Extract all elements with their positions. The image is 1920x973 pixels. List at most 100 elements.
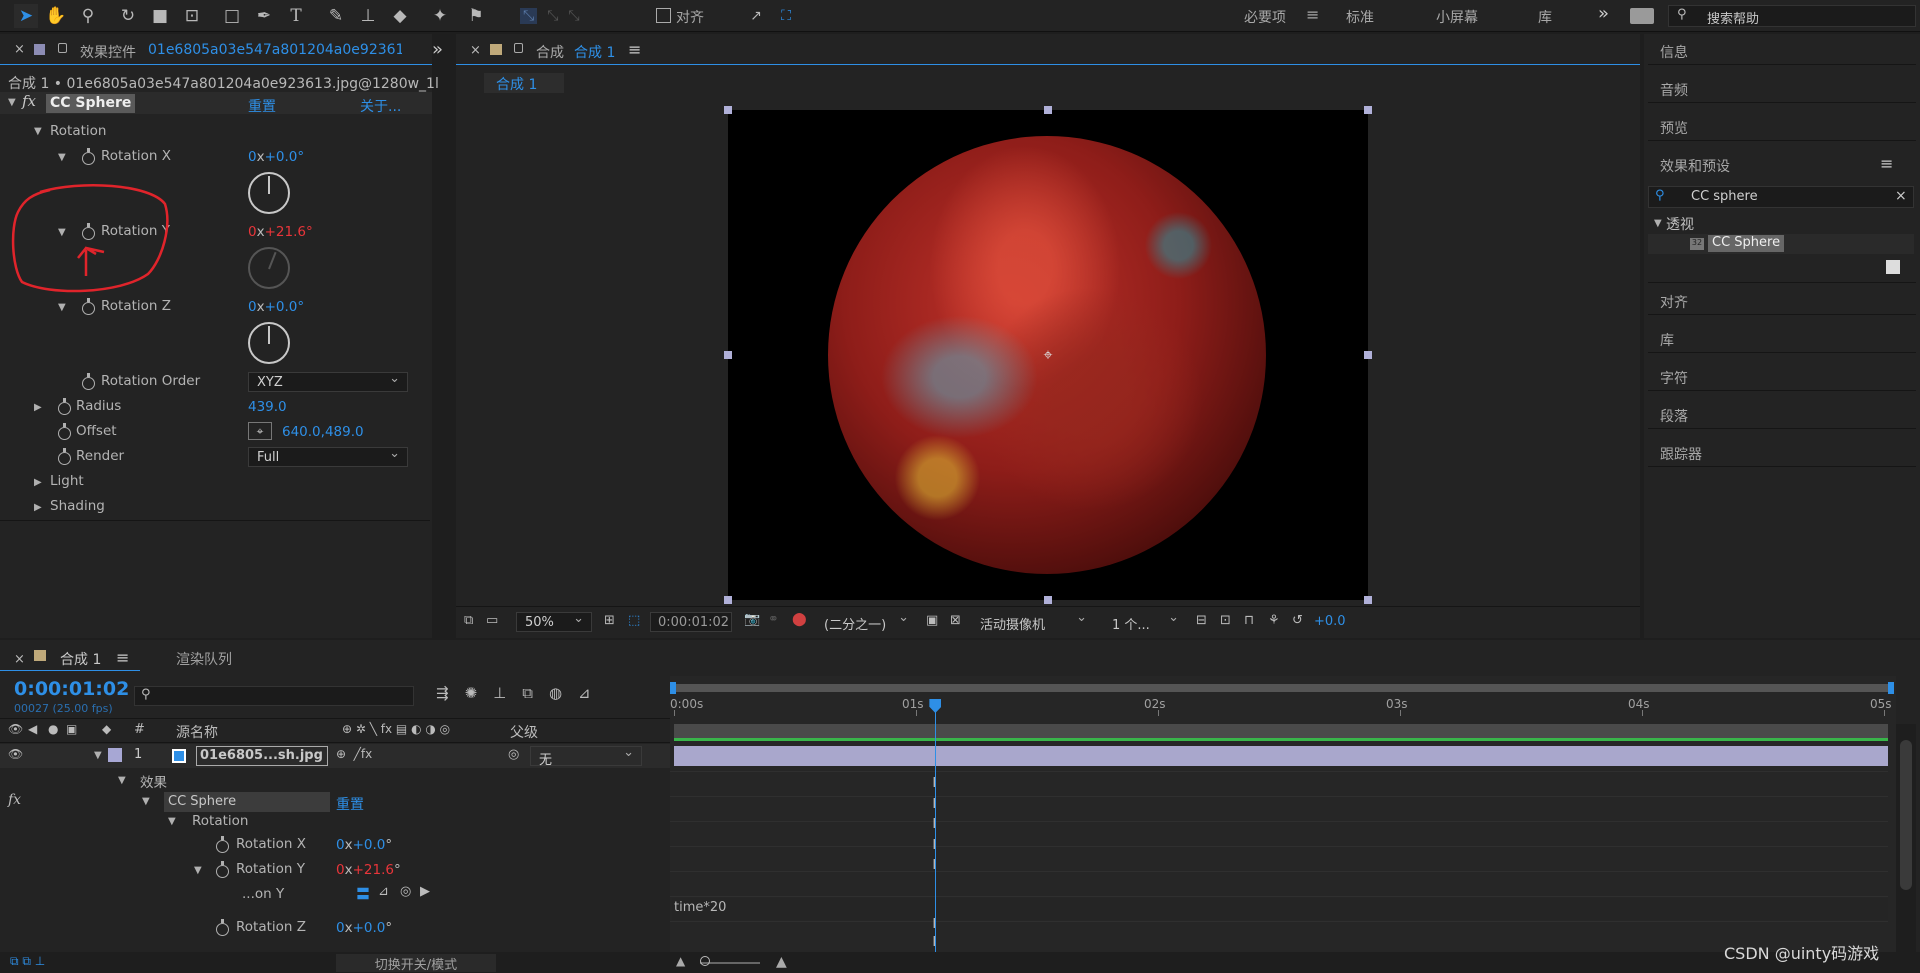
comp-tab[interactable]: 合成 1 <box>484 73 564 93</box>
library-panel-label[interactable]: 库 <box>1660 330 1674 350</box>
anchor-point-icon[interactable]: ⌖ <box>1039 345 1057 364</box>
paragraph-panel-label[interactable]: 段落 <box>1660 406 1688 426</box>
always-preview-icon[interactable]: ⧉ <box>464 613 473 628</box>
transform-handle[interactable] <box>724 106 732 114</box>
timeline-rot-z-value[interactable]: 0x+0.0° <box>336 920 392 936</box>
effects-expand-icon[interactable]: ▼ <box>118 775 126 786</box>
expression-row[interactable] <box>672 898 1888 920</box>
keyframe-marker[interactable]: I <box>932 859 938 873</box>
effects-tab-file[interactable]: 01e6805a03e547a801204a0e923613.jpg <box>148 42 402 58</box>
time-ruler[interactable]: 0:00s 01s 02s 03s 04s 05s <box>0 640 1920 720</box>
workspace-more-icon[interactable]: » <box>1598 3 1609 24</box>
snap-grid-icon[interactable]: ⛶ <box>774 4 798 28</box>
region-of-interest-icon[interactable]: ▣ <box>926 613 938 628</box>
rotate-tool-icon[interactable]: ↻ <box>116 4 140 28</box>
close-icon[interactable]: × <box>470 43 481 58</box>
render-dropdown[interactable]: Full <box>248 446 408 467</box>
effect-expand-triangle-icon[interactable]: ▼ <box>8 97 16 108</box>
rotation-x-expand-icon[interactable]: ▼ <box>58 152 66 163</box>
pick-whip-icon[interactable]: ◎ <box>508 747 519 762</box>
rot-y-expand-icon[interactable]: ▼ <box>194 865 202 876</box>
rotation-z-expand-icon[interactable]: ▼ <box>58 302 66 313</box>
help-search-input[interactable]: ⚲ 搜索帮助 <box>1668 5 1916 27</box>
snap-icon[interactable]: ↗ <box>744 4 768 28</box>
resolution-dropdown[interactable]: (二分之一) <box>816 610 916 633</box>
workspace-libraries[interactable]: 库 <box>1538 7 1552 27</box>
effects-presets-menu-icon[interactable]: ≡ <box>1880 154 1893 173</box>
fx-icon[interactable]: fx <box>22 92 36 110</box>
keyframe-marker[interactable]: I <box>932 818 938 832</box>
transform-handle[interactable] <box>724 351 732 359</box>
camera-dropdown[interactable]: 活动摄像机 <box>972 610 1094 633</box>
align-checkbox[interactable] <box>656 8 671 23</box>
timeline-effect-reset[interactable]: 重置 <box>336 794 364 814</box>
zoom-in-icon[interactable]: ▲ <box>776 954 787 970</box>
zoom-out-icon[interactable]: ▲ <box>676 954 685 968</box>
audio-icon[interactable]: ◀ <box>28 722 37 736</box>
rotation-z-dial[interactable] <box>248 322 290 364</box>
rotation-order-dropdown[interactable]: XYZ <box>248 371 408 392</box>
column-parent[interactable]: 父级 <box>510 722 538 742</box>
effects-presets-label[interactable]: 效果和预设 <box>1660 156 1730 176</box>
rotation-x-value[interactable]: 0x+0.0° <box>248 149 304 165</box>
lock-icon[interactable] <box>58 43 67 53</box>
timeline-effect-name[interactable]: CC Sphere <box>164 792 330 812</box>
sync-settings-icon[interactable] <box>1630 8 1654 24</box>
new-preset-icon[interactable] <box>1886 260 1900 274</box>
hand-tool-icon[interactable]: ✋ <box>44 4 68 28</box>
exposure-value[interactable]: +0.0 <box>1314 614 1346 629</box>
label-icon[interactable]: ◆ <box>102 722 111 736</box>
fast-previews-icon[interactable]: ⊡ <box>1220 613 1231 628</box>
category-expand-icon[interactable]: ▼ <box>1654 218 1662 229</box>
panel-more-icon[interactable]: » <box>432 39 443 60</box>
crosshair-icon[interactable]: ⌖ <box>248 422 272 440</box>
character-panel-label[interactable]: 字符 <box>1660 368 1688 388</box>
transform-handle[interactable] <box>1044 106 1052 114</box>
transform-handle[interactable] <box>1044 596 1052 604</box>
rotation-expand-icon[interactable]: ▼ <box>34 126 42 137</box>
column-source-name[interactable]: 源名称 <box>176 722 218 742</box>
stopwatch-icon[interactable] <box>216 836 229 853</box>
layer-switches-icons[interactable]: ⊕ ╱fx <box>336 747 372 761</box>
transform-handle[interactable] <box>1364 106 1372 114</box>
shading-expand-icon[interactable]: ▶ <box>34 502 42 513</box>
layer-label-color[interactable] <box>108 748 122 762</box>
lock-icon[interactable] <box>514 43 523 53</box>
expression-text[interactable]: time*20 <box>674 900 726 915</box>
keyframe-marker[interactable]: I <box>932 918 938 932</box>
reset-exposure-icon[interactable]: ↺ <box>1292 613 1303 628</box>
preview-panel-label[interactable]: 预览 <box>1660 118 1688 138</box>
timeline-rot-x-value[interactable]: 0x+0.0° <box>336 837 392 853</box>
keyframe-marker[interactable]: I <box>932 936 938 950</box>
timeline-icon[interactable]: ⊓ <box>1244 613 1254 628</box>
timeline-scrollbar-thumb[interactable] <box>1900 740 1912 890</box>
tracker-panel-label[interactable]: 跟踪器 <box>1660 444 1702 464</box>
channel-rgb-icon[interactable]: ⬤ <box>792 612 807 627</box>
footer-icons[interactable]: ⧉ ⧉ ⊥ <box>10 954 45 969</box>
zoom-tool-icon[interactable]: ⚲ <box>76 4 100 28</box>
show-snapshot-icon[interactable]: ⚭ <box>768 612 779 627</box>
shading-label[interactable]: Shading <box>50 498 105 514</box>
effect-reset-link[interactable]: 重置 <box>248 96 276 116</box>
eye-icon[interactable]: 👁 <box>8 747 23 761</box>
puppet-pin-tool-icon[interactable]: ⚑ <box>464 4 488 28</box>
workspace-essentials[interactable]: 必要项 <box>1244 7 1286 27</box>
parent-dropdown[interactable]: 无 <box>530 745 642 768</box>
rotation-x-dial[interactable] <box>248 172 290 214</box>
effects-search-input[interactable]: ⚲ CC sphere × <box>1648 186 1914 208</box>
effects-tab-label[interactable]: 效果控件 <box>80 42 136 62</box>
rotation-expand-icon[interactable]: ▼ <box>168 816 176 827</box>
monitor-icon[interactable]: ▭ <box>486 613 498 628</box>
layer-name[interactable]: 01e6805...sh.jpg <box>196 746 328 766</box>
flowchart-icon[interactable]: ⚘ <box>1268 613 1280 628</box>
radius-expand-icon[interactable]: ▶ <box>34 402 42 413</box>
rotation-y-dial[interactable] <box>248 247 290 289</box>
workspace-standard[interactable]: 标准 <box>1346 7 1374 27</box>
info-panel-label[interactable]: 信息 <box>1660 42 1688 62</box>
solo-icon[interactable]: ● <box>48 722 58 736</box>
viewer-timecode[interactable]: 0:00:01:02 <box>650 612 732 632</box>
offset-value[interactable]: 640.0,489.0 <box>282 424 364 440</box>
lock-icon[interactable]: ▣ <box>66 722 77 736</box>
viewer-title-comp[interactable]: 合成 1 <box>574 42 615 62</box>
audio-panel-label[interactable]: 音频 <box>1660 80 1688 100</box>
